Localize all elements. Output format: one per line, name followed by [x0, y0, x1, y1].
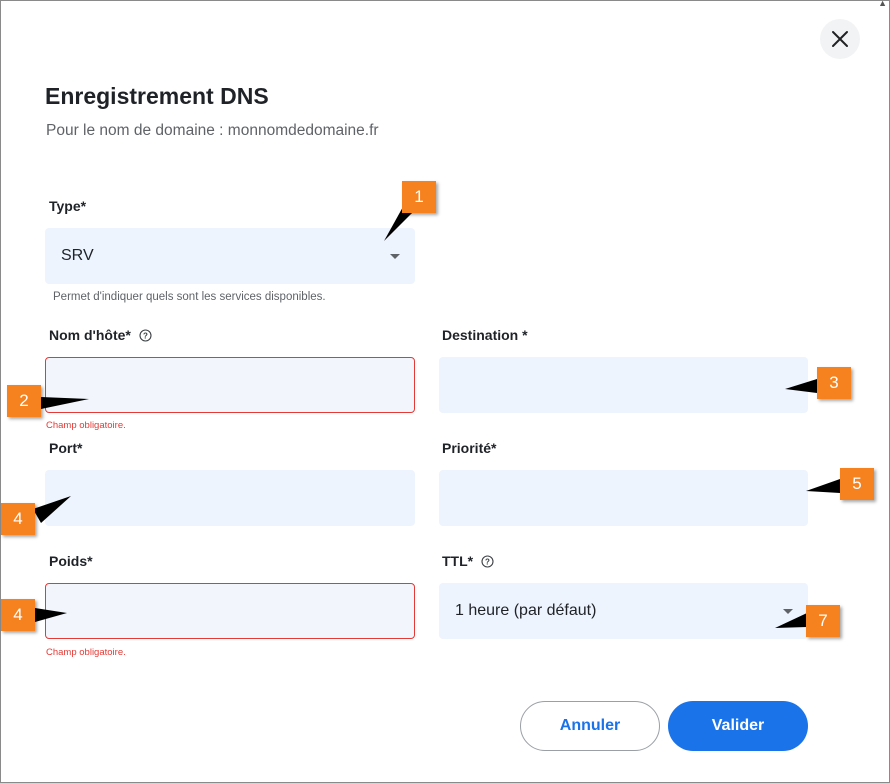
- cancel-button[interactable]: Annuler: [520, 701, 660, 751]
- annotation-badge-2: 2: [7, 385, 41, 417]
- ttl-select[interactable]: 1 heure (par défaut): [439, 583, 808, 639]
- hostname-label: Nom d'hôte* ?: [49, 327, 152, 343]
- close-icon: [832, 31, 848, 47]
- annotation-badge-4: 4: [1, 503, 35, 535]
- annotation-badge-1: 1: [402, 181, 436, 213]
- chevron-down-icon: [783, 609, 793, 614]
- destination-input[interactable]: [439, 357, 808, 413]
- type-select[interactable]: SRV: [45, 228, 415, 284]
- dns-record-dialog: ▲ Enregistrement DNS Pour le nom de doma…: [0, 0, 890, 783]
- submit-button[interactable]: Valider: [668, 701, 808, 751]
- ttl-label: TTL* ?: [442, 553, 494, 569]
- ttl-select-value: 1 heure (par défaut): [455, 602, 597, 619]
- annotation-badge-3: 3: [817, 367, 851, 399]
- annotation-badge-7: 7: [806, 605, 840, 637]
- annotation-badge-4-second: 4: [1, 599, 35, 631]
- pointer-5: [806, 479, 840, 493]
- destination-label: Destination *: [442, 327, 528, 343]
- svg-text:?: ?: [485, 557, 490, 566]
- svg-text:?: ?: [143, 331, 148, 340]
- hostname-error: Champ obligatoire.: [46, 420, 126, 431]
- annotation-badge-5: 5: [840, 468, 874, 500]
- dialog-subtitle: Pour le nom de domaine : monnomdedomaine…: [46, 122, 379, 139]
- priority-field[interactable]: [455, 470, 808, 526]
- weight-error: Champ obligatoire.: [46, 647, 126, 658]
- help-icon[interactable]: ?: [481, 554, 494, 568]
- port-field[interactable]: [61, 470, 415, 526]
- weight-field[interactable]: [62, 584, 414, 638]
- chevron-down-icon: [390, 254, 400, 259]
- hostname-input[interactable]: [45, 357, 415, 413]
- destination-field[interactable]: [455, 357, 808, 413]
- priority-label: Priorité*: [442, 440, 497, 456]
- port-input[interactable]: [45, 470, 415, 526]
- dialog-title: Enregistrement DNS: [45, 83, 269, 109]
- type-label: Type*: [49, 198, 87, 214]
- priority-input[interactable]: [439, 470, 808, 526]
- weight-input[interactable]: [45, 583, 415, 639]
- hostname-field[interactable]: [62, 358, 414, 412]
- close-button[interactable]: [820, 19, 860, 59]
- corner-mark: ▲: [878, 0, 887, 8]
- type-helper-text: Permet d'indiquer quels sont les service…: [53, 291, 326, 303]
- port-label: Port*: [49, 440, 83, 456]
- weight-label: Poids*: [49, 553, 93, 569]
- type-select-value: SRV: [61, 247, 94, 264]
- help-icon[interactable]: ?: [139, 328, 152, 342]
